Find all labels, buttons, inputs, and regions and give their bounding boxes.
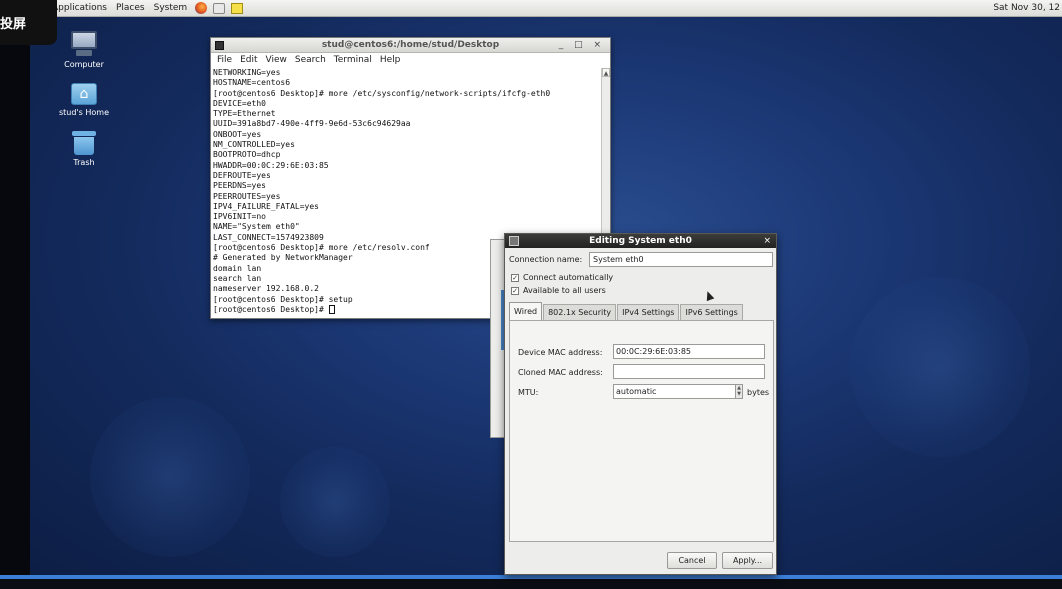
panel-launchers	[195, 2, 244, 14]
terminal-line: DEVICE=eth0	[213, 98, 266, 108]
connect-automatically-checkbox[interactable]: ✓ Connect automatically	[511, 273, 613, 282]
screen-cast-overlay[interactable]: 投屏	[0, 0, 57, 45]
checkbox-checked-icon: ✓	[511, 286, 519, 295]
terminal-line: UUID=391a8bd7-490e-4ff9-9e6d-53c6c94629a…	[213, 119, 411, 129]
mail-icon[interactable]	[213, 2, 226, 14]
connect-automatically-label: Connect automatically	[523, 273, 614, 282]
terminal-line: NETWORKING=yes	[213, 68, 281, 77]
cancel-button[interactable]: Cancel	[667, 552, 717, 569]
terminal-line: IPV4_FAILURE_FATAL=yes	[213, 201, 319, 211]
bottom-accent-bar	[0, 575, 1062, 579]
notes-icon[interactable]	[231, 2, 244, 14]
terminal-line: PEERROUTES=yes	[213, 191, 281, 201]
terminal-line: BOOTPROTO=dhcp	[213, 150, 281, 160]
device-mac-input[interactable]: 00:0C:29:6E:03:85	[613, 344, 765, 359]
trash-icon	[72, 131, 96, 155]
desktop-icon-label: Trash	[73, 158, 95, 167]
mtu-label: MTU:	[518, 388, 539, 397]
apply-button[interactable]: Apply...	[722, 552, 773, 569]
wired-tab-panel: Device MAC address: 00:0C:29:6E:03:85 Cl…	[509, 320, 774, 542]
terminal-line: NM_CONTROLLED=yes	[213, 140, 295, 150]
mtu-unit: bytes	[747, 388, 770, 397]
menu-edit[interactable]: Edit	[240, 53, 257, 67]
terminal-titlebar[interactable]: stud@centos6:/home/stud/Desktop _ □ ×	[211, 38, 610, 53]
terminal-line: [root@centos6 Desktop]# more /etc/syscon…	[213, 88, 551, 98]
terminal-line: IPV6INIT=no	[213, 212, 266, 222]
home-folder-icon	[71, 83, 97, 105]
desktop-icon-label: stud's Home	[59, 108, 109, 117]
edit-connection-dialog[interactable]: Editing System eth0 × Connection name: S…	[504, 233, 777, 575]
terminal-menubar: File Edit View Search Terminal Help	[211, 53, 610, 67]
terminal-cursor	[328, 304, 335, 314]
desktop-icon-computer[interactable]: Computer	[56, 31, 112, 69]
terminal-line: TYPE=Ethernet	[213, 109, 276, 119]
desktop-icon-label: Computer	[64, 60, 104, 69]
mtu-spinner[interactable]: ▲ ▼	[735, 384, 743, 399]
available-to-all-users-label: Available to all users	[523, 286, 606, 295]
cloned-mac-input[interactable]	[613, 364, 765, 379]
terminal-title: stud@centos6:/home/stud/Desktop	[321, 40, 500, 50]
tab-wired[interactable]: Wired	[509, 302, 543, 321]
tab-ipv4-settings[interactable]: IPv4 Settings	[617, 304, 680, 321]
checkbox-checked-icon: ✓	[511, 273, 519, 282]
network-icon	[509, 236, 519, 246]
panel-clock[interactable]: Sat Nov 30, 12	[993, 0, 1062, 17]
close-icon[interactable]: ×	[763, 234, 771, 248]
terminal-prompt: [root@centos6 Desktop]#	[213, 304, 329, 314]
left-screen-strip	[0, 17, 30, 575]
device-mac-label: Device MAC address:	[518, 348, 603, 357]
menu-view[interactable]: View	[266, 53, 287, 67]
desktop-icon-trash[interactable]: Trash	[56, 131, 112, 167]
terminal-line: HOSTNAME=centos6	[213, 78, 291, 88]
menu-places[interactable]: Places	[116, 0, 145, 17]
terminal-line: HWADDR=00:0C:29:6E:03:85	[213, 160, 329, 170]
mtu-input[interactable]: automatic	[613, 384, 738, 399]
terminal-line: NAME="System eth0"	[213, 222, 300, 232]
menu-system[interactable]: System	[154, 0, 188, 17]
menu-search[interactable]: Search	[295, 53, 326, 67]
desktop-icon-home[interactable]: stud's Home	[56, 83, 112, 117]
connection-name-input[interactable]: System eth0	[589, 252, 773, 267]
terminal-line: DEFROUTE=yes	[213, 170, 271, 180]
top-panel: Applications Places System Sat Nov 30, 1…	[0, 0, 1062, 17]
menu-terminal[interactable]: Terminal	[334, 53, 372, 67]
terminal-icon	[215, 41, 224, 50]
tab-ipv6-settings[interactable]: IPv6 Settings	[680, 304, 743, 321]
menu-file[interactable]: File	[217, 53, 232, 67]
menu-help[interactable]: Help	[380, 53, 401, 67]
cloned-mac-label: Cloned MAC address:	[518, 368, 603, 377]
available-to-all-users-checkbox[interactable]: ✓ Available to all users	[511, 286, 606, 295]
settings-tabs: Wired 802.1x Security IPv4 Settings IPv6…	[509, 302, 744, 321]
tab-8021x-security[interactable]: 802.1x Security	[543, 304, 617, 321]
scroll-up-icon[interactable]: ▲	[602, 68, 610, 77]
menu-applications[interactable]: Applications	[52, 0, 107, 17]
bottom-bar	[0, 575, 1062, 589]
dialog-title: Editing System eth0	[589, 236, 692, 246]
firefox-icon[interactable]	[195, 2, 208, 14]
dialog-titlebar[interactable]: Editing System eth0 ×	[505, 234, 776, 248]
computer-icon	[70, 31, 98, 57]
terminal-line: ONBOOT=yes	[213, 129, 262, 139]
connection-name-label: Connection name:	[509, 255, 583, 264]
window-controls[interactable]: _ □ ×	[559, 38, 605, 53]
terminal-line: PEERDNS=yes	[213, 181, 266, 191]
